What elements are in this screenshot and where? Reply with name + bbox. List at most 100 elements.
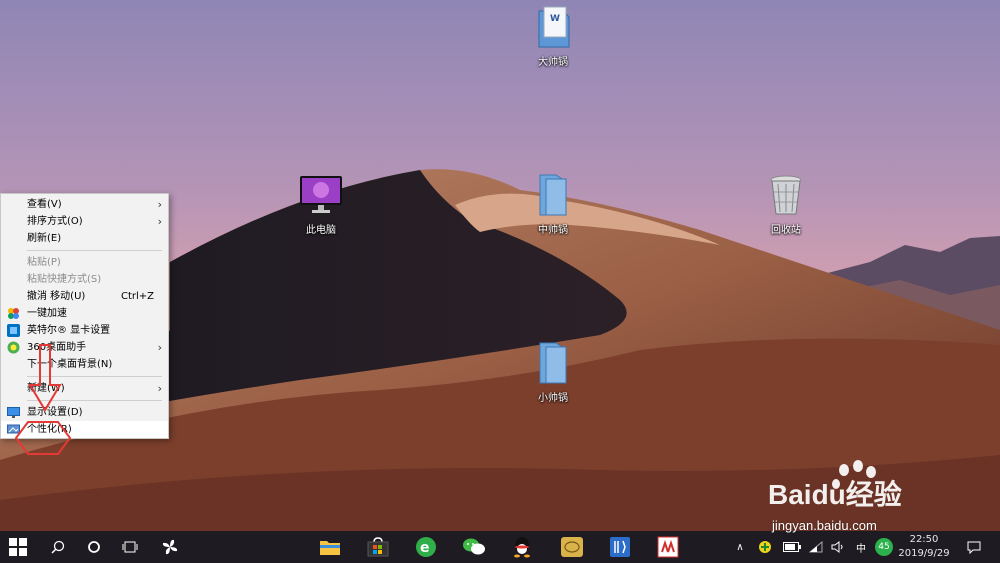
tray-battery-button[interactable] xyxy=(782,531,802,563)
folder-icon xyxy=(530,340,576,386)
pinwheel-icon xyxy=(162,539,178,555)
search-icon xyxy=(51,540,65,554)
clock-time: 22:50 xyxy=(909,534,939,545)
desktop-icon-folder-mid[interactable]: 中帅锅 xyxy=(513,172,593,236)
menu-item-speedup[interactable]: 一键加速 xyxy=(1,305,168,322)
tray-volume-button[interactable] xyxy=(830,531,846,563)
action-center-button[interactable] xyxy=(962,531,986,563)
menu-item-next-background[interactable]: 下一个桌面背景(N) xyxy=(1,356,168,373)
chevron-right-icon: › xyxy=(157,382,162,395)
desktop-icon-label: 小帅锅 xyxy=(538,393,568,404)
menu-item-new[interactable]: 新建(W) › xyxy=(1,380,168,397)
menu-item-view[interactable]: 查看(V) › xyxy=(1,196,168,213)
desktop-icon-label: 大帅锅 xyxy=(538,57,568,68)
menu-item-refresh[interactable]: 刷新(E) xyxy=(1,230,168,247)
desktop-icon-recycle-bin[interactable]: 回收站 xyxy=(746,172,826,236)
menu-item-personalize[interactable]: 个性化(R) xyxy=(1,421,168,438)
taskbar-clock[interactable]: 22:50 2019/9/29 xyxy=(894,533,954,561)
ime-indicator: 中 xyxy=(856,543,866,555)
red-app-icon xyxy=(657,536,679,558)
tray-badge: 45 xyxy=(875,538,893,556)
desktop-icon-label: 此电脑 xyxy=(306,225,336,236)
360-assistant-icon xyxy=(7,341,20,354)
tray-network-button[interactable] xyxy=(808,531,824,563)
recycle-bin-icon xyxy=(763,172,809,218)
menu-item-label: 360桌面助手 xyxy=(27,342,87,353)
menu-separator xyxy=(27,400,162,401)
clock-date: 2019/9/29 xyxy=(898,548,950,559)
menu-item-label: 刷新(E) xyxy=(27,233,62,244)
pinwheel-app-button[interactable] xyxy=(158,531,182,563)
word-document-icon: W xyxy=(530,4,576,50)
speedup-icon xyxy=(8,308,19,319)
desktop-icon-folder-small[interactable]: 小帅锅 xyxy=(513,340,593,404)
desktop-icon-word-doc[interactable]: W 大帅锅 xyxy=(513,4,593,68)
search-button[interactable] xyxy=(46,531,70,563)
taskbar: e ∧ 中 45 22:50 2019/9/29 xyxy=(0,531,1000,563)
svg-text:W: W xyxy=(550,14,560,24)
qq-penguin-icon xyxy=(514,537,530,558)
intel-graphics-icon xyxy=(7,324,20,337)
red-app-button[interactable] xyxy=(654,531,682,563)
menu-item-360-assistant[interactable]: 360桌面助手 › xyxy=(1,339,168,356)
menu-item-intel-graphics[interactable]: 英特尔® 显卡设置 xyxy=(1,322,168,339)
chevron-right-icon: › xyxy=(157,215,162,228)
desktop-context-menu: 查看(V) › 排序方式(O) › 刷新(E) 粘贴(P) 粘贴快捷方式(S) … xyxy=(0,193,169,439)
menu-item-sort-by[interactable]: 排序方式(O) › xyxy=(1,213,168,230)
browser-button[interactable]: e xyxy=(412,531,440,563)
browser-e-icon: e xyxy=(416,537,436,557)
menu-item-paste: 粘贴(P) xyxy=(1,254,168,271)
menu-item-paste-shortcut: 粘贴快捷方式(S) xyxy=(1,271,168,288)
start-button[interactable] xyxy=(6,531,30,563)
food-app-button[interactable] xyxy=(606,531,634,563)
menu-item-label: 新建(W) xyxy=(27,383,65,394)
task-view-button[interactable] xyxy=(118,531,142,563)
computer-icon xyxy=(298,172,344,218)
task-view-icon xyxy=(122,541,138,553)
wifi-icon xyxy=(809,541,823,553)
tray-badge-button[interactable]: 45 xyxy=(874,531,894,563)
gold-app-button[interactable] xyxy=(558,531,586,563)
menu-item-display-settings[interactable]: 显示设置(D) xyxy=(1,404,168,421)
watermark-url: jingyan.baidu.com xyxy=(772,518,877,533)
file-explorer-button[interactable] xyxy=(316,531,344,563)
menu-item-label: 英特尔® 显卡设置 xyxy=(27,325,111,336)
wechat-button[interactable] xyxy=(460,531,488,563)
store-button[interactable] xyxy=(364,531,392,563)
desktop-icon-label: 中帅锅 xyxy=(538,225,568,236)
windows-logo-icon xyxy=(9,538,27,556)
svg-text:e: e xyxy=(420,540,430,556)
chevron-right-icon: › xyxy=(157,198,162,211)
folder-icon xyxy=(530,172,576,218)
notification-icon xyxy=(967,541,981,554)
display-settings-icon xyxy=(7,407,20,418)
personalize-icon xyxy=(7,424,20,434)
menu-item-label: 查看(V) xyxy=(27,199,62,210)
menu-item-label: 粘贴(P) xyxy=(27,257,61,268)
360-shield-icon xyxy=(759,541,771,553)
qq-button[interactable] xyxy=(508,531,536,563)
food-app-icon xyxy=(610,537,630,557)
menu-separator xyxy=(27,376,162,377)
menu-item-label: 排序方式(O) xyxy=(27,216,83,227)
cortana-icon xyxy=(88,541,100,553)
gold-app-icon xyxy=(561,537,583,557)
desktop-icon-label: 回收站 xyxy=(771,225,801,236)
menu-item-label: 下一个桌面背景(N) xyxy=(27,359,113,370)
menu-item-undo-move[interactable]: 撤消 移动(U) Ctrl+Z xyxy=(1,288,168,305)
file-explorer-icon xyxy=(320,541,340,555)
menu-item-label: 粘贴快捷方式(S) xyxy=(27,274,102,285)
tray-360-button[interactable] xyxy=(756,531,774,563)
desktop-icon-this-pc[interactable]: 此电脑 xyxy=(281,172,361,236)
menu-item-label: 撤消 移动(U) xyxy=(27,291,86,302)
wechat-icon xyxy=(463,538,485,555)
cortana-button[interactable] xyxy=(82,531,106,563)
chevron-right-icon: › xyxy=(157,341,162,354)
menu-item-label: 个性化(R) xyxy=(27,424,72,435)
tray-ime-button[interactable]: 中 xyxy=(852,531,870,563)
menu-item-label: 一键加速 xyxy=(27,308,67,319)
menu-separator xyxy=(27,250,162,251)
menu-item-shortcut: Ctrl+Z xyxy=(120,291,154,302)
tray-expand-button[interactable]: ∧ xyxy=(732,531,748,563)
battery-icon xyxy=(783,542,801,552)
